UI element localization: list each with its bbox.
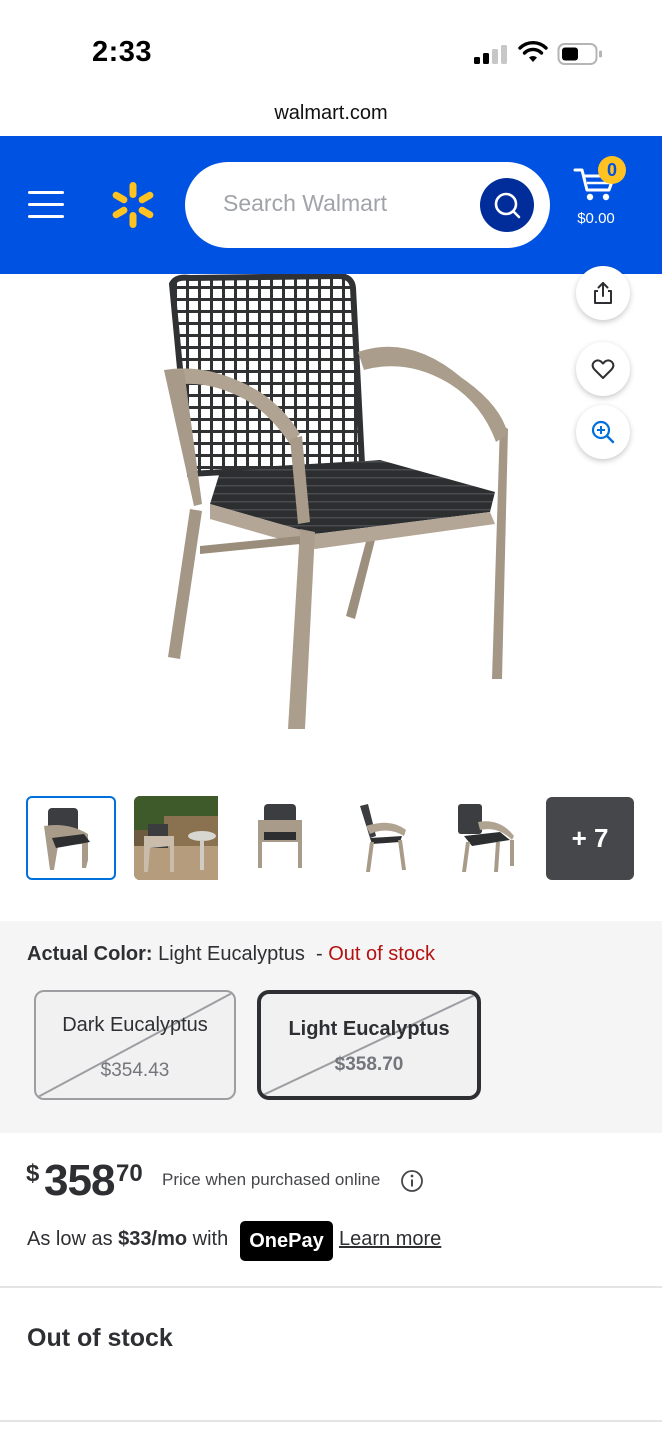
status-bar: 2:33	[0, 0, 662, 96]
chair-side-thumbnail-image	[360, 804, 406, 872]
thumbnail-1[interactable]	[26, 796, 116, 880]
product-image[interactable]	[150, 274, 530, 744]
financing-line: As low as $33/mo with	[27, 1228, 228, 1251]
product-image-area[interactable]	[0, 266, 662, 764]
actual-color-label: Actual Color:	[27, 943, 153, 965]
price-cents: 70	[116, 1160, 143, 1187]
more-thumbnails-button[interactable]: + 7	[546, 797, 634, 880]
thumbnail-3[interactable]	[234, 796, 324, 880]
actual-color-line: Actual Color: Light Eucalyptus - Out of …	[27, 943, 435, 966]
walmart-spark-logo[interactable]	[108, 180, 158, 230]
variant-dark-eucalyptus[interactable]: Dark Eucalyptus $354.43	[34, 990, 236, 1100]
chair-front-thumbnail-image	[258, 804, 302, 868]
heart-icon	[591, 359, 615, 379]
availability-heading: Out of stock	[27, 1324, 173, 1352]
price-dollars: 358	[44, 1156, 115, 1205]
search-button[interactable]	[480, 178, 534, 232]
cart-total[interactable]: $0.00	[560, 210, 632, 227]
battery-icon	[557, 43, 602, 65]
chair-angle-thumbnail-image	[458, 804, 514, 872]
search-input[interactable]: Search Walmart	[185, 162, 550, 248]
variant-name: Light Eucalyptus	[288, 1018, 450, 1040]
share-icon	[594, 282, 612, 304]
chair-thumbnail-image	[44, 808, 90, 870]
status-time: 2:33	[92, 36, 153, 68]
info-icon[interactable]	[400, 1169, 424, 1193]
variant-name: Dark Eucalyptus	[62, 1014, 208, 1036]
variant-price: $358.70	[334, 1054, 404, 1075]
thumbnail-4[interactable]	[340, 796, 430, 880]
zoom-in-icon	[591, 420, 615, 444]
actual-color-value: Light Eucalyptus	[158, 943, 305, 965]
color-separator: -	[316, 943, 323, 965]
share-button[interactable]	[576, 266, 630, 320]
learn-more-link[interactable]: Learn more	[339, 1228, 441, 1251]
image-thumbnails: + 7	[0, 796, 662, 882]
unavailable-strike	[261, 994, 477, 1096]
variant-light-eucalyptus[interactable]: Light Eucalyptus $358.70	[257, 990, 481, 1100]
unavailable-strike	[36, 992, 234, 1098]
price-currency: $	[26, 1160, 40, 1187]
financing-amount: $33/mo	[118, 1228, 188, 1250]
search-placeholder: Search Walmart	[223, 190, 388, 216]
thumbnail-2[interactable]	[134, 796, 224, 880]
divider	[0, 1420, 662, 1422]
outdoor-scene-thumbnail-image	[134, 796, 218, 880]
address-bar[interactable]: walmart.com	[0, 96, 662, 136]
zoom-button[interactable]	[576, 405, 630, 459]
wifi-icon	[518, 41, 548, 62]
divider	[0, 1286, 662, 1288]
thumbnail-5[interactable]	[440, 796, 530, 880]
stock-status: Out of stock	[328, 943, 435, 965]
variant-price: $354.43	[100, 1060, 170, 1081]
financing-prefix: As low as	[27, 1228, 113, 1250]
cart-count-badge: 0	[598, 156, 626, 184]
search-icon	[494, 192, 521, 219]
site-header: Search Walmart 0 $0.00	[0, 136, 662, 274]
onepay-logo: OnePay	[240, 1221, 333, 1261]
price-note: Price when purchased online	[162, 1170, 381, 1189]
favorite-button[interactable]	[576, 342, 630, 396]
financing-with: with	[192, 1228, 229, 1250]
variant-section: Actual Color: Light Eucalyptus - Out of …	[0, 921, 662, 1133]
menu-icon[interactable]	[28, 191, 64, 219]
cellular-signal-icon	[474, 44, 508, 64]
